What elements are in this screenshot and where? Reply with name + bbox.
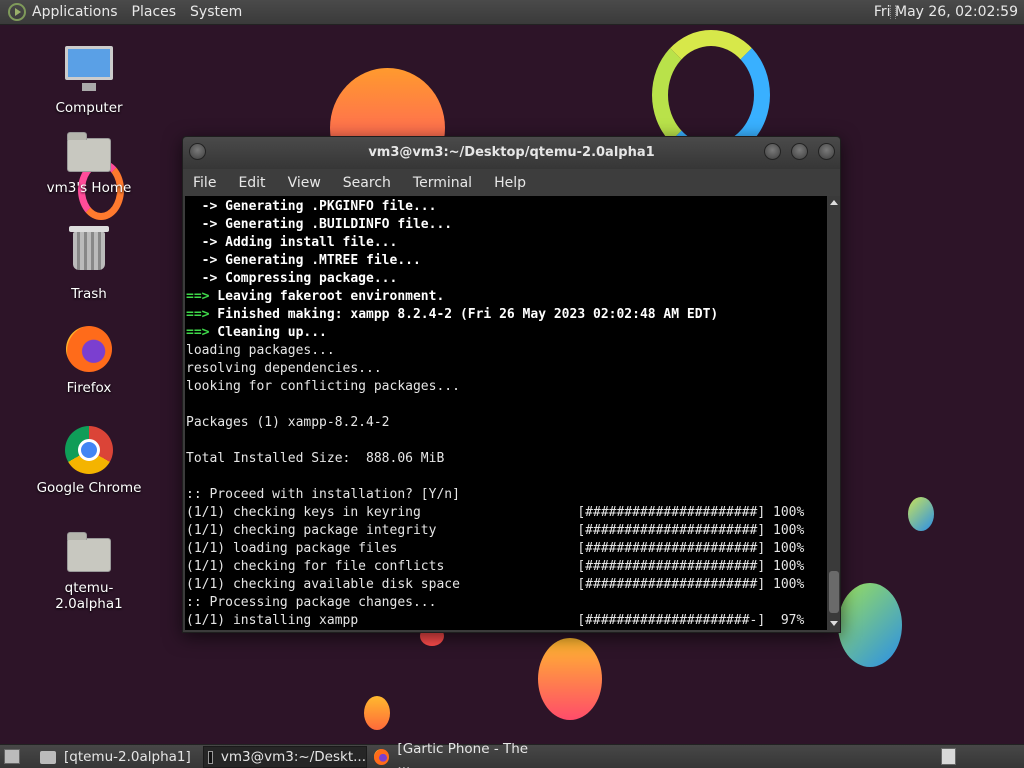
desktop-icon-qtemu-folder[interactable]: qtemu-2.0alpha1 bbox=[34, 526, 144, 612]
distro-logo-icon[interactable] bbox=[8, 3, 26, 21]
desktop-icon-label: Firefox bbox=[66, 380, 112, 396]
scrollbar-thumb[interactable] bbox=[829, 571, 839, 613]
desktop-icon-computer[interactable]: Computer bbox=[34, 46, 144, 116]
terminal-line: (1/1) checking available disk space [###… bbox=[186, 577, 805, 592]
folder-icon bbox=[40, 750, 56, 764]
workspace-switcher[interactable] bbox=[941, 748, 956, 765]
terminal-window: vm3@vm3:~/Desktop/qtemu-2.0alpha1 File E… bbox=[182, 136, 841, 633]
terminal-line: Packages (1) xampp-8.2.4-2 bbox=[186, 415, 390, 430]
taskbar-item-label: vm3@vm3:~/Deskt... bbox=[220, 749, 366, 765]
firefox-icon bbox=[64, 326, 114, 376]
chrome-icon bbox=[64, 426, 114, 476]
terminal-line: :: Proceed with installation? [Y/n] bbox=[186, 487, 460, 502]
terminal-line: :: Processing package changes... bbox=[186, 595, 437, 610]
terminal-output[interactable]: -> Generating .PKGINFO file... -> Genera… bbox=[185, 196, 827, 630]
firefox-icon bbox=[374, 749, 390, 765]
taskbar-item-terminal[interactable]: vm3@vm3:~/Deskt... bbox=[203, 746, 367, 768]
window-title: vm3@vm3:~/Desktop/qtemu-2.0alpha1 bbox=[368, 145, 655, 160]
terminal-line: ==> Cleaning up... bbox=[186, 324, 827, 342]
top-panel: Applications Places System Fri May 26, 0… bbox=[0, 0, 1024, 25]
bottom-panel: [qtemu-2.0alpha1] vm3@vm3:~/Deskt... [Ga… bbox=[0, 741, 1024, 768]
terminal-line: ==> Leaving fakeroot environment. bbox=[186, 288, 827, 306]
desktop-icon-home[interactable]: vm3's Home bbox=[34, 126, 144, 196]
desktop-icon-label: qtemu-2.0alpha1 bbox=[55, 580, 123, 612]
folder-icon bbox=[64, 526, 114, 576]
places-menu[interactable]: Places bbox=[132, 4, 177, 20]
terminal-line: (1/1) loading package files [###########… bbox=[186, 541, 805, 556]
terminal-scrollbar[interactable] bbox=[828, 196, 840, 630]
terminal-line: looking for conflicting packages... bbox=[186, 379, 460, 394]
desktop-icon-label: vm3's Home bbox=[46, 180, 132, 196]
desktop-icon-trash[interactable]: Trash bbox=[34, 226, 144, 302]
terminal-line-text: Cleaning up... bbox=[209, 325, 327, 340]
menu-file[interactable]: File bbox=[193, 175, 216, 191]
terminal-line: ==> Finished making: xampp 8.2.4-2 (Fri … bbox=[186, 306, 827, 324]
terminal-icon bbox=[208, 750, 213, 764]
desktop-icon-label: Trash bbox=[71, 286, 107, 302]
minimize-icon[interactable] bbox=[764, 143, 781, 160]
home-folder-icon bbox=[64, 126, 114, 176]
terminal-arrow-prefix: ==> bbox=[186, 289, 210, 304]
wallpaper-bottom-blob bbox=[538, 638, 602, 720]
trash-icon bbox=[64, 226, 114, 282]
desktop-icon-firefox[interactable]: Firefox bbox=[34, 326, 144, 396]
close-icon[interactable] bbox=[818, 143, 835, 160]
applications-menu[interactable]: Applications bbox=[32, 4, 118, 20]
taskbar-item-file-manager[interactable]: [qtemu-2.0alpha1] bbox=[36, 746, 200, 768]
terminal-line: loading packages... bbox=[186, 343, 335, 358]
wallpaper-blue-blob bbox=[838, 583, 902, 667]
desktop-icon-label: Computer bbox=[55, 100, 123, 116]
terminal-line: (1/1) checking keys in keyring [########… bbox=[186, 505, 805, 520]
terminal-line-text: Leaving fakeroot environment. bbox=[209, 289, 445, 304]
menu-edit[interactable]: Edit bbox=[238, 175, 265, 191]
scroll-up-icon[interactable] bbox=[830, 200, 838, 205]
desktop-icon-chrome[interactable]: Google Chrome bbox=[34, 426, 144, 496]
taskbar-item-label: [qtemu-2.0alpha1] bbox=[64, 749, 191, 765]
terminal-line: -> Adding install file... bbox=[186, 235, 398, 250]
computer-icon bbox=[64, 46, 114, 96]
terminal-line: resolving dependencies... bbox=[186, 361, 382, 376]
scroll-down-icon[interactable] bbox=[830, 621, 838, 626]
terminal-line: -> Generating .BUILDINFO file... bbox=[186, 217, 453, 232]
menu-view[interactable]: View bbox=[288, 175, 321, 191]
terminal-line: -> Generating .PKGINFO file... bbox=[186, 199, 437, 214]
maximize-icon[interactable] bbox=[791, 143, 808, 160]
show-desktop-icon[interactable] bbox=[4, 749, 20, 764]
wallpaper-small-blue-blob bbox=[908, 497, 934, 531]
taskbar-item-firefox[interactable]: [Gartic Phone - The ... bbox=[370, 741, 540, 768]
terminal-line: (1/1) installing xampp [################… bbox=[186, 613, 805, 628]
terminal-line: -> Generating .MTREE file... bbox=[186, 253, 421, 268]
window-titlebar[interactable]: vm3@vm3:~/Desktop/qtemu-2.0alpha1 bbox=[183, 137, 840, 169]
terminal-menubar: File Edit View Search Terminal Help bbox=[183, 169, 840, 196]
terminal-arrow-prefix: ==> bbox=[186, 307, 210, 322]
wallpaper-tiny-blob bbox=[364, 696, 390, 730]
system-menu[interactable]: System bbox=[190, 4, 242, 20]
terminal-line: -> Compressing package... bbox=[186, 271, 398, 286]
terminal-line: (1/1) checking package integrity [######… bbox=[186, 523, 805, 538]
terminal-line: (1/1) checking for file conflicts [#####… bbox=[186, 559, 805, 574]
menu-terminal[interactable]: Terminal bbox=[413, 175, 472, 191]
terminal-line: Total Installed Size: 888.06 MiB bbox=[186, 451, 445, 466]
menu-help[interactable]: Help bbox=[494, 175, 526, 191]
terminal-arrow-prefix: ==> bbox=[186, 325, 210, 340]
terminal-line-text: Finished making: xampp 8.2.4-2 (Fri 26 M… bbox=[209, 307, 719, 322]
clock[interactable]: Fri May 26, 02:02:59 bbox=[874, 4, 1018, 20]
desktop-icon-label: Google Chrome bbox=[36, 480, 142, 496]
taskbar-item-label: [Gartic Phone - The ... bbox=[397, 741, 529, 768]
menu-search[interactable]: Search bbox=[343, 175, 391, 191]
